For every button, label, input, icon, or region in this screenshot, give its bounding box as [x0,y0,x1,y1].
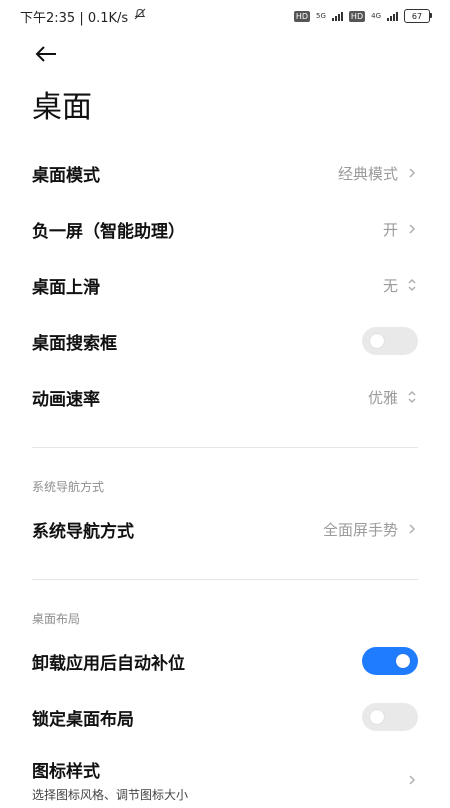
lock-layout-toggle[interactable] [362,703,418,731]
status-bar: 下午2:35 | 0.1K/s HD 5G HD 4G 67 [0,0,450,32]
setting-label: 动画速率 [32,389,100,410]
network-tag-1: 5G [316,11,326,20]
battery-icon: 67 [404,9,432,23]
mute-notification-icon [134,8,146,24]
arrow-left-icon [35,46,56,62]
setting-lock-layout: 锁定桌面布局 [32,689,418,745]
section-divider [32,447,418,448]
setting-animation-rate[interactable]: 动画速率 优雅 [32,369,418,425]
network-type-1: 5G [316,11,326,20]
section-header-navigation: 系统导航方式 [32,480,105,494]
auto-fill-toggle[interactable] [362,647,418,675]
up-down-chevron-icon [408,390,416,404]
search-box-toggle[interactable] [362,327,418,355]
setting-value: 优雅 [367,388,398,407]
network-type-2: 4G [371,11,381,20]
setting-swipe-up[interactable]: 桌面上滑 无 [32,257,418,313]
setting-value: 全面屏手势 [322,520,398,539]
setting-label: 桌面上滑 [32,277,100,298]
hd-badge-2: HD [348,10,366,22]
setting-subtitle: 选择图标风格、调节图标大小 [32,788,189,802]
page-title: 桌面 [32,90,92,125]
toggle-knob [370,710,384,724]
hd-badge-1: HD [293,10,311,22]
chevron-right-icon [409,775,416,785]
section-divider [32,579,418,580]
setting-navigation-mode[interactable]: 系统导航方式 全面屏手势 [32,501,418,557]
network-tag-2: 4G [371,11,381,20]
setting-minus-one-screen[interactable]: 负一屏（智能助理） 开 [32,201,418,257]
setting-search-box: 桌面搜索框 [32,313,418,369]
setting-label: 卸载应用后自动补位 [32,653,185,674]
signal-bars-icon-2 [387,11,398,21]
setting-label: 锁定桌面布局 [32,709,134,730]
section-header-layout: 桌面布局 [32,612,81,626]
setting-value: 无 [382,276,398,295]
setting-label: 图标样式 [32,762,100,782]
status-time-speed: 下午2:35 | 0.1K/s [20,10,129,26]
setting-value: 开 [382,220,398,239]
setting-label: 桌面模式 [32,165,100,186]
toggle-knob [396,654,410,668]
up-down-chevron-icon [408,278,416,292]
toggle-knob [370,334,384,348]
setting-value: 经典模式 [337,164,398,183]
setting-label: 桌面搜索框 [32,333,117,354]
setting-desktop-mode[interactable]: 桌面模式 经典模式 [32,145,418,201]
signal-bars-icon [331,11,343,21]
battery-level: 67 [411,11,423,21]
back-button[interactable] [32,40,60,68]
chevron-right-icon [409,168,416,178]
chevron-right-icon [409,524,416,534]
setting-label: 负一屏（智能助理） [32,221,185,242]
chevron-right-icon [409,224,416,234]
setting-label: 系统导航方式 [32,521,134,542]
setting-auto-fill: 卸载应用后自动补位 [32,633,418,689]
